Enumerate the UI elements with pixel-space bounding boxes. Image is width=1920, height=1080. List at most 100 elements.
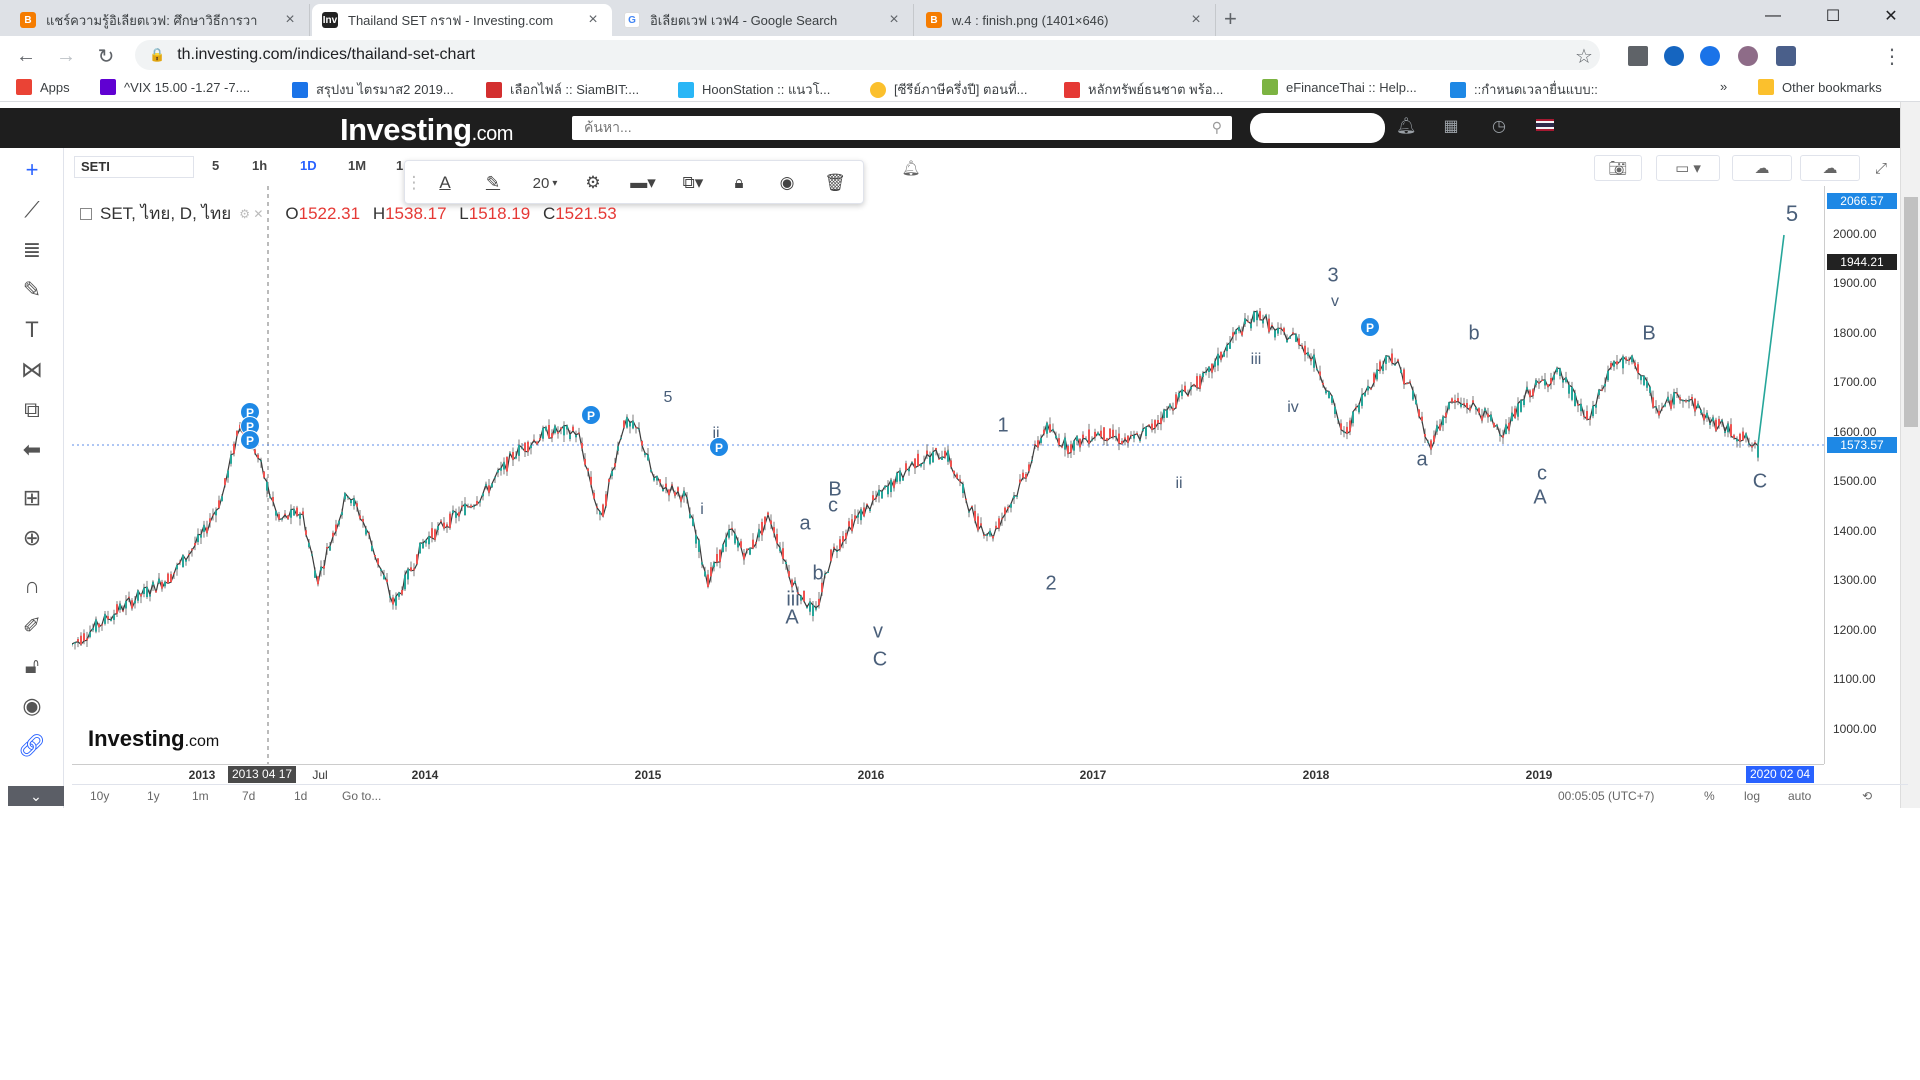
timeframe-1m[interactable]: 1M: [348, 158, 366, 173]
bookmark-item[interactable]: ::กำหนดเวลายื่นแบบ::: [1450, 79, 1598, 100]
wave-label[interactable]: a: [1416, 449, 1427, 472]
cloud-load-icon[interactable]: ☁: [1732, 155, 1792, 181]
close-icon[interactable]: ×: [584, 11, 602, 29]
close-icon[interactable]: ×: [281, 11, 299, 29]
zoom-icon[interactable]: ⊕: [16, 522, 48, 554]
back-icon[interactable]: ←: [12, 42, 40, 70]
wave-label[interactable]: v: [1331, 293, 1339, 311]
go-to-date[interactable]: Go to...: [342, 789, 381, 803]
crosshair-icon[interactable]: +: [16, 154, 48, 186]
brush-icon[interactable]: ✎: [16, 274, 48, 306]
link-icon[interactable]: 🔗︎: [16, 730, 48, 762]
auto-scale-toggle[interactable]: auto: [1788, 789, 1811, 803]
bookmarks-overflow[interactable]: »: [1720, 79, 1727, 94]
lock-drawing-icon[interactable]: ✐: [16, 610, 48, 642]
wave-label[interactable]: A: [785, 607, 798, 630]
layout-select[interactable]: ▭ ▾: [1656, 155, 1720, 181]
extension-icon[interactable]: [1776, 46, 1796, 66]
legend-settings-icon[interactable]: ⚙ ✕: [239, 207, 263, 221]
search-icon[interactable]: ⚲: [1212, 119, 1222, 136]
p-marker-icon[interactable]: P: [709, 437, 729, 457]
wave-label[interactable]: b: [1468, 323, 1479, 346]
bookmark-item[interactable]: HoonStation :: แนวโ...: [678, 79, 830, 100]
close-icon[interactable]: ×: [885, 11, 903, 29]
address-bar[interactable]: 🔒 th.investing.com/indices/thailand-set-…: [135, 40, 1600, 70]
wave-label[interactable]: 2: [1045, 573, 1056, 596]
bell-icon[interactable]: 🔔︎: [1396, 118, 1416, 136]
close-window-button[interactable]: ✕: [1868, 0, 1914, 32]
wave-label[interactable]: C: [873, 649, 887, 672]
bookmark-item[interactable]: สรุปงบ ไตรมาส2 2019...: [292, 79, 454, 100]
browser-tab-3[interactable]: G อิเลียตเวฟ เวฟ4 - Google Search ×: [614, 4, 914, 36]
wave-label[interactable]: B: [1642, 323, 1655, 346]
wave-label[interactable]: ii: [1175, 475, 1182, 493]
wave-label[interactable]: c: [1537, 463, 1547, 486]
price-axis[interactable]: 2000.00 1900.00 1800.00 1700.00 1600.00 …: [1824, 186, 1900, 764]
measure-icon[interactable]: ⊞: [16, 482, 48, 514]
portfolio-icon[interactable]: ▦: [1442, 118, 1460, 136]
range-1d[interactable]: 1d: [294, 789, 307, 803]
browser-tab-1[interactable]: B แชร์ความรู้อิเลียตเวฟ: ศึกษาวิธีการวา …: [10, 4, 310, 36]
log-scale-toggle[interactable]: log: [1744, 789, 1760, 803]
alert-add-icon[interactable]: 🔔︎: [898, 155, 924, 181]
magnet-icon[interactable]: ∩: [16, 570, 48, 602]
wave-label[interactable]: A: [1533, 487, 1546, 510]
maximize-button[interactable]: ☐: [1810, 0, 1856, 32]
dropbox-icon[interactable]: [1628, 46, 1648, 66]
collapse-chevron-icon[interactable]: ⌄: [8, 786, 64, 806]
bookmark-item[interactable]: [ซีรีย์ภาษีครึ่งปี] ตอนที่...: [870, 79, 1028, 100]
wave-label[interactable]: a: [799, 513, 810, 536]
pattern-icon[interactable]: ⋈: [16, 354, 48, 386]
range-10y[interactable]: 10y: [90, 789, 109, 803]
symbol-input[interactable]: SETI: [74, 156, 194, 178]
range-1y[interactable]: 1y: [147, 789, 160, 803]
trend-line-icon[interactable]: ⟋: [16, 194, 48, 226]
browser-tab-2[interactable]: Inv Thailand SET กราฟ - Investing.com ×: [312, 4, 612, 36]
wave-label[interactable]: 5: [1786, 201, 1798, 227]
wave-label[interactable]: i: [700, 501, 704, 519]
eye-icon[interactable]: ◉: [16, 690, 48, 722]
fib-icon[interactable]: ≣: [16, 234, 48, 266]
extension-globe-icon[interactable]: [1664, 46, 1684, 66]
other-bookmarks[interactable]: Other bookmarks: [1758, 79, 1882, 95]
timeframe-more[interactable]: 1: [396, 158, 403, 173]
page-scrollbar[interactable]: [1900, 102, 1920, 808]
wave-label[interactable]: 3: [1327, 265, 1338, 288]
wave-label[interactable]: 5: [664, 389, 673, 407]
timeframe-1d[interactable]: 1D: [300, 158, 317, 173]
unlock-icon[interactable]: 🔓︎: [16, 650, 48, 682]
bookmark-item[interactable]: เลือกไฟล์ :: SiamBIT:...: [486, 79, 639, 100]
time-axis[interactable]: 2013 2014 2015 2016 2017 2018 2019 Jul 2…: [72, 764, 1824, 784]
wave-label[interactable]: c: [828, 495, 838, 518]
text-icon[interactable]: T: [16, 314, 48, 346]
site-search-input[interactable]: ค้นหา... ⚲: [572, 116, 1232, 140]
timeframe-1h[interactable]: 1h: [252, 158, 267, 173]
camera-icon[interactable]: 📷︎: [1594, 155, 1642, 181]
scrollbar-thumb[interactable]: [1904, 197, 1918, 427]
close-icon[interactable]: ×: [1187, 11, 1205, 29]
reload-icon[interactable]: ↻: [92, 42, 120, 70]
wave-label[interactable]: 1: [997, 415, 1008, 438]
browser-tab-4[interactable]: B w.4 : finish.png (1401×646) ×: [916, 4, 1216, 36]
percent-scale-toggle[interactable]: %: [1704, 789, 1715, 803]
clock-icon[interactable]: ◷: [1490, 118, 1508, 136]
new-tab-button[interactable]: +: [1224, 6, 1237, 32]
price-chart[interactable]: [72, 186, 1824, 764]
extension-icon[interactable]: [1738, 46, 1758, 66]
wave-label[interactable]: iv: [1287, 399, 1299, 417]
wave-label[interactable]: v: [873, 621, 883, 644]
reset-icon[interactable]: ⟲: [1862, 789, 1872, 803]
range-1m[interactable]: 1m: [192, 789, 209, 803]
range-7d[interactable]: 7d: [242, 789, 255, 803]
timeframe-5[interactable]: 5: [212, 158, 219, 173]
user-account[interactable]: [1250, 113, 1385, 143]
menu-icon[interactable]: ⋮: [1878, 42, 1906, 70]
collapse-legend-icon[interactable]: [80, 207, 92, 220]
wave-label[interactable]: C: [1753, 471, 1767, 494]
thai-flag-icon[interactable]: [1536, 118, 1554, 136]
p-marker-icon[interactable]: P: [581, 405, 601, 425]
forward-icon[interactable]: →: [52, 42, 80, 70]
gann-icon[interactable]: ⧉: [16, 394, 48, 426]
fullscreen-icon[interactable]: ⤢: [1866, 155, 1896, 181]
bookmark-item[interactable]: eFinanceThai :: Help...: [1262, 79, 1417, 95]
